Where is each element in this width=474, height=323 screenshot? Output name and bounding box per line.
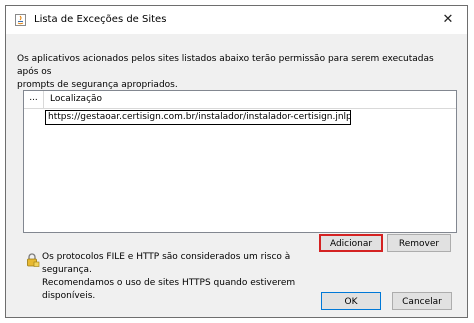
title-bar: Lista de Exceções de Sites ✕ bbox=[6, 6, 467, 34]
window-title: Lista de Exceções de Sites bbox=[34, 14, 167, 25]
remove-button[interactable]: Remover bbox=[387, 234, 451, 252]
location-value: https://gestaoar.certisign.com.br/instal… bbox=[48, 112, 351, 122]
column-header-location[interactable]: Localização bbox=[50, 91, 102, 108]
security-note: Os protocolos FILE e HTTP são considerad… bbox=[42, 252, 296, 301]
column-header-row-selector[interactable]: ... bbox=[24, 91, 44, 108]
site-exception-table[interactable]: ... Localização https://gestaoar.certisi… bbox=[23, 90, 457, 233]
location-edit-field[interactable]: https://gestaoar.certisign.com.br/instal… bbox=[45, 110, 351, 125]
add-button[interactable]: Adicionar bbox=[319, 234, 383, 252]
dialog-description: Os aplicativos acionados pelos sites lis… bbox=[17, 54, 434, 90]
table-row[interactable]: https://gestaoar.certisign.com.br/instal… bbox=[24, 110, 456, 125]
ok-button[interactable]: OK bbox=[321, 292, 381, 310]
lock-warning-icon bbox=[27, 253, 40, 267]
exception-site-list-dialog: Lista de Exceções de Sites ✕ Os aplicati… bbox=[5, 5, 468, 318]
cancel-button[interactable]: Cancelar bbox=[392, 292, 452, 310]
close-icon[interactable]: ✕ bbox=[429, 6, 467, 34]
table-header: ... Localização bbox=[24, 91, 456, 109]
java-app-icon bbox=[15, 14, 26, 26]
